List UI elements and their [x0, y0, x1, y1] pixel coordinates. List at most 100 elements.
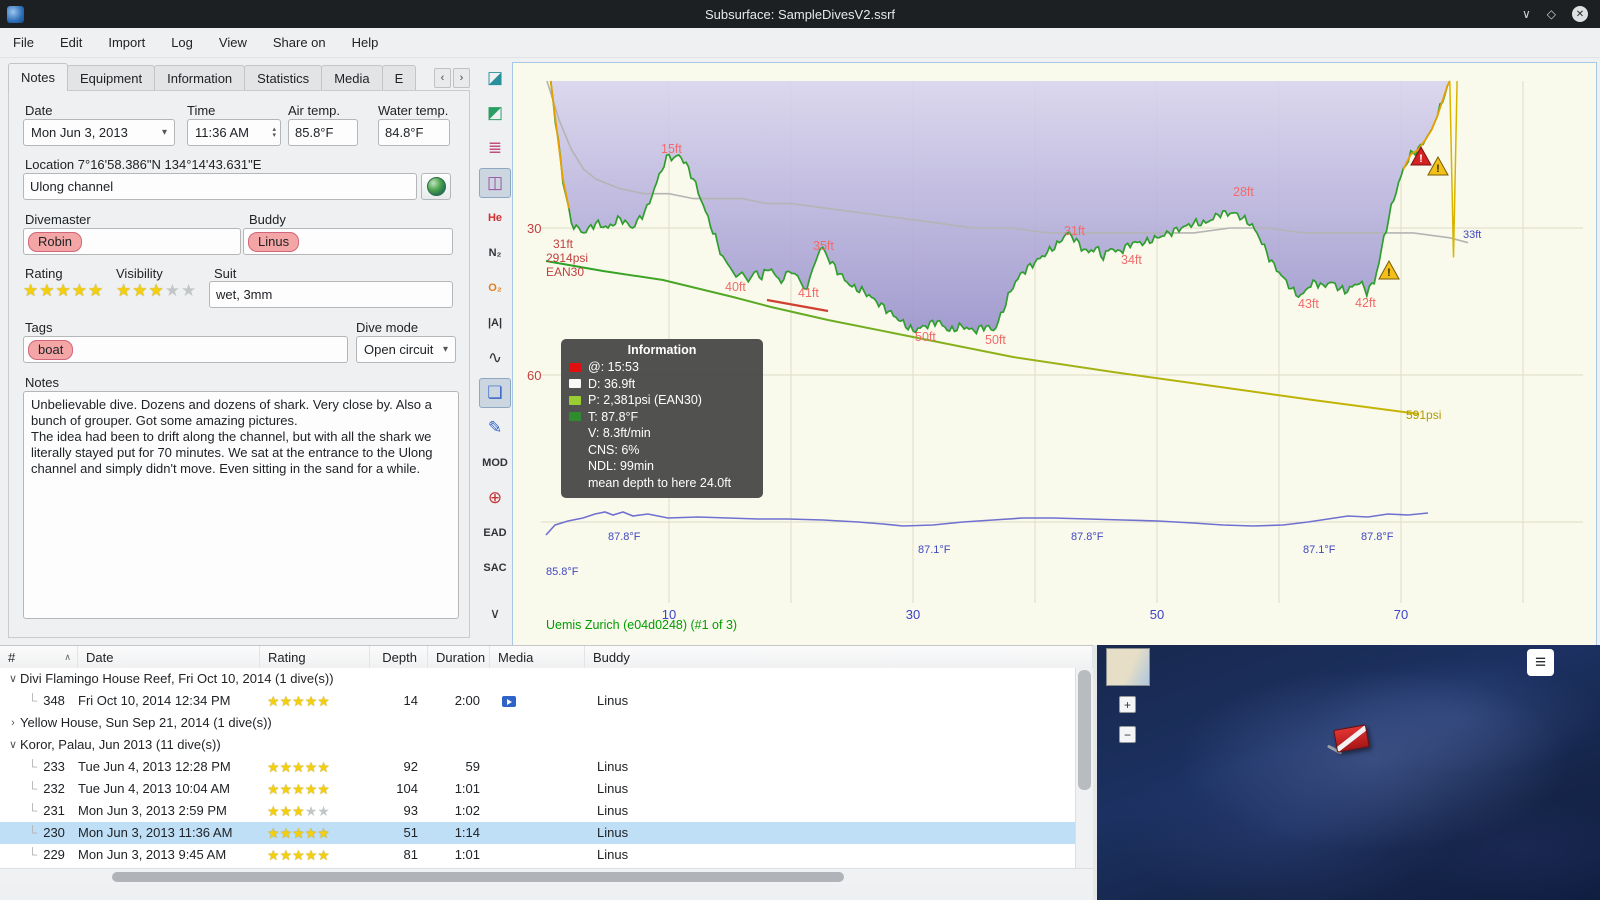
- dive-depth: 14: [403, 693, 418, 708]
- buddy-tag[interactable]: Linus: [248, 232, 300, 252]
- spin-down-icon[interactable]: ▾: [272, 132, 276, 139]
- visibility-stars[interactable]: ★★★★★: [116, 281, 197, 301]
- air-temp-field[interactable]: [288, 119, 358, 146]
- date-label: Date: [25, 103, 53, 118]
- tab-scroll-right-icon[interactable]: ›: [453, 68, 470, 88]
- column-header-duration[interactable]: Duration: [428, 646, 490, 668]
- notes-label: Notes: [25, 375, 59, 390]
- he-graph-icon[interactable]: He: [479, 203, 511, 233]
- collapse-icon[interactable]: ∨: [6, 734, 20, 756]
- photos-icon[interactable]: ❏: [479, 378, 511, 408]
- tab-equipment[interactable]: Equipment: [66, 65, 156, 91]
- expand-icon[interactable]: ›: [6, 712, 20, 734]
- trip-row[interactable]: ∨ Divi Flamingo House Reef, Fri Oct 10, …: [0, 668, 1075, 690]
- tab-scroll-left-icon[interactable]: ‹: [434, 68, 451, 88]
- dc-ceiling-icon[interactable]: ◪: [479, 63, 511, 93]
- tab-e[interactable]: E: [381, 65, 417, 91]
- globe-button[interactable]: [421, 173, 451, 200]
- tags-field[interactable]: boat: [23, 336, 348, 363]
- dive-row[interactable]: └ 229 Mon Jun 3, 2013 9:45 AM ★★★★★ 81 1:…: [0, 844, 1075, 866]
- tab-media[interactable]: Media: [321, 65, 383, 91]
- dive-rating: ★★★★★: [260, 778, 370, 800]
- star-icon: ★: [304, 781, 318, 797]
- trip-row[interactable]: › Yellow House, Sun Sep 21, 2014 (1 dive…: [0, 712, 1075, 734]
- calculated-ceiling-icon[interactable]: ◩: [479, 98, 511, 128]
- divemaster-tag[interactable]: Robin: [28, 232, 82, 252]
- map-pane[interactable]: + − ≡: [1097, 645, 1600, 900]
- tab-statistics[interactable]: Statistics: [244, 65, 323, 91]
- dive-depth: 93: [403, 803, 418, 818]
- ead-icon[interactable]: EAD: [479, 518, 511, 548]
- ceiling-3m-icon[interactable]: ◫: [479, 168, 511, 198]
- minimap[interactable]: [1106, 648, 1150, 686]
- dive-row[interactable]: └ 231 Mon Jun 3, 2013 2:59 PM ★★★★★ 93 1:…: [0, 800, 1075, 822]
- menu-edit[interactable]: Edit: [47, 35, 95, 50]
- menu-log[interactable]: Log: [158, 35, 206, 50]
- minimize-icon[interactable]: ∨: [1522, 7, 1531, 21]
- zoom-out-button[interactable]: −: [1119, 726, 1136, 743]
- dive-row[interactable]: └ 232 Tue Jun 4, 2013 10:04 AM ★★★★★ 104 …: [0, 778, 1075, 800]
- air-graph-icon[interactable]: |A|: [479, 308, 511, 338]
- column-header-date[interactable]: Date: [78, 646, 260, 668]
- all-tissues-icon[interactable]: ≣: [479, 133, 511, 163]
- time-input[interactable]: 11:36 AM ▴ ▾: [187, 119, 281, 146]
- sac-icon[interactable]: SAC: [479, 553, 511, 583]
- trip-row[interactable]: ∨ Koror, Palau, Jun 2013 (11 dive(s)): [0, 734, 1075, 756]
- tab-notes[interactable]: Notes: [8, 63, 68, 91]
- o2-graph-icon[interactable]: O₂: [479, 273, 511, 303]
- star-icon: ★: [317, 693, 330, 709]
- menu-share-on[interactable]: Share on: [260, 35, 339, 50]
- dive-rating: ★★★★★: [260, 690, 370, 712]
- infobox-row: D: 36.9ft: [569, 376, 755, 393]
- map-menu-button[interactable]: ≡: [1527, 649, 1554, 676]
- water-temp-field[interactable]: [378, 119, 450, 146]
- close-icon[interactable]: ✕: [1572, 6, 1588, 22]
- mod-icon[interactable]: MOD: [479, 448, 511, 478]
- dive-profile-pane[interactable]: ! ! ! 30 60 10 30 50 70 15ft 40ft 41ft 35ft 50ft 50…: [512, 62, 1597, 647]
- heart-rate-icon[interactable]: ∿: [479, 343, 511, 373]
- dive-mode-select[interactable]: Open circuit ▾: [356, 336, 456, 363]
- svg-text:2914psi: 2914psi: [546, 251, 588, 265]
- dive-row[interactable]: └ 230 Mon Jun 3, 2013 11:36 AM ★★★★★ 51 1…: [0, 822, 1075, 844]
- menu-file[interactable]: File: [0, 35, 47, 50]
- dive-number: 232: [43, 781, 65, 796]
- notes-textarea[interactable]: Unbelievable dive. Dozens and dozens of …: [23, 391, 459, 619]
- column-header-rating[interactable]: Rating: [260, 646, 370, 668]
- tab-information[interactable]: Information: [154, 65, 246, 91]
- menu-import[interactable]: Import: [95, 35, 158, 50]
- n2-graph-icon[interactable]: N₂: [479, 238, 511, 268]
- dive-row[interactable]: └ 233 Tue Jun 4, 2013 12:28 PM ★★★★★ 92 5…: [0, 756, 1075, 778]
- svg-text:50ft: 50ft: [915, 330, 936, 344]
- suit-field[interactable]: [209, 281, 453, 308]
- dive-list-vertical-scrollbar[interactable]: [1075, 668, 1093, 868]
- date-select[interactable]: Mon Jun 3, 2013 ▾: [23, 119, 175, 146]
- collapse-profile-icon[interactable]: ∨: [479, 598, 511, 628]
- collapse-icon[interactable]: ∨: [6, 668, 20, 690]
- tree-connector: └: [28, 693, 38, 708]
- svg-text:!: !: [1436, 163, 1440, 175]
- visibility-label: Visibility: [116, 266, 163, 281]
- svg-text:!: !: [1387, 267, 1391, 279]
- location-field[interactable]: [23, 173, 417, 200]
- dive-list-header: # ∧ Date Rating Depth Duration Media Budd…: [0, 646, 1093, 669]
- dive-site-marker[interactable]: [1326, 724, 1370, 755]
- star-icon: ★: [267, 693, 280, 709]
- column-header-number[interactable]: # ∧: [0, 646, 78, 668]
- column-header-buddy[interactable]: Buddy: [585, 646, 1093, 668]
- dive-row[interactable]: └ 348 Fri Oct 10, 2014 12:34 PM ★★★★★ 14 …: [0, 690, 1075, 712]
- ruler-icon[interactable]: ✎: [479, 413, 511, 443]
- tag-boat[interactable]: boat: [28, 340, 74, 360]
- column-header-depth[interactable]: Depth: [370, 646, 428, 668]
- buddy-field[interactable]: Linus: [243, 228, 453, 255]
- rating-stars[interactable]: ★★★★★: [23, 281, 104, 301]
- average-depth-icon[interactable]: ⊕: [479, 483, 511, 513]
- menu-help[interactable]: Help: [339, 35, 392, 50]
- svg-text:85.8°F: 85.8°F: [546, 566, 579, 578]
- dive-list-horizontal-scrollbar[interactable]: [0, 868, 1093, 884]
- zoom-in-button[interactable]: +: [1119, 696, 1136, 713]
- divemaster-field[interactable]: Robin: [23, 228, 241, 255]
- maximize-icon[interactable]: ◇: [1547, 7, 1556, 21]
- menu-view[interactable]: View: [206, 35, 260, 50]
- svg-text:50ft: 50ft: [985, 333, 1006, 347]
- column-header-media[interactable]: Media: [490, 646, 585, 668]
